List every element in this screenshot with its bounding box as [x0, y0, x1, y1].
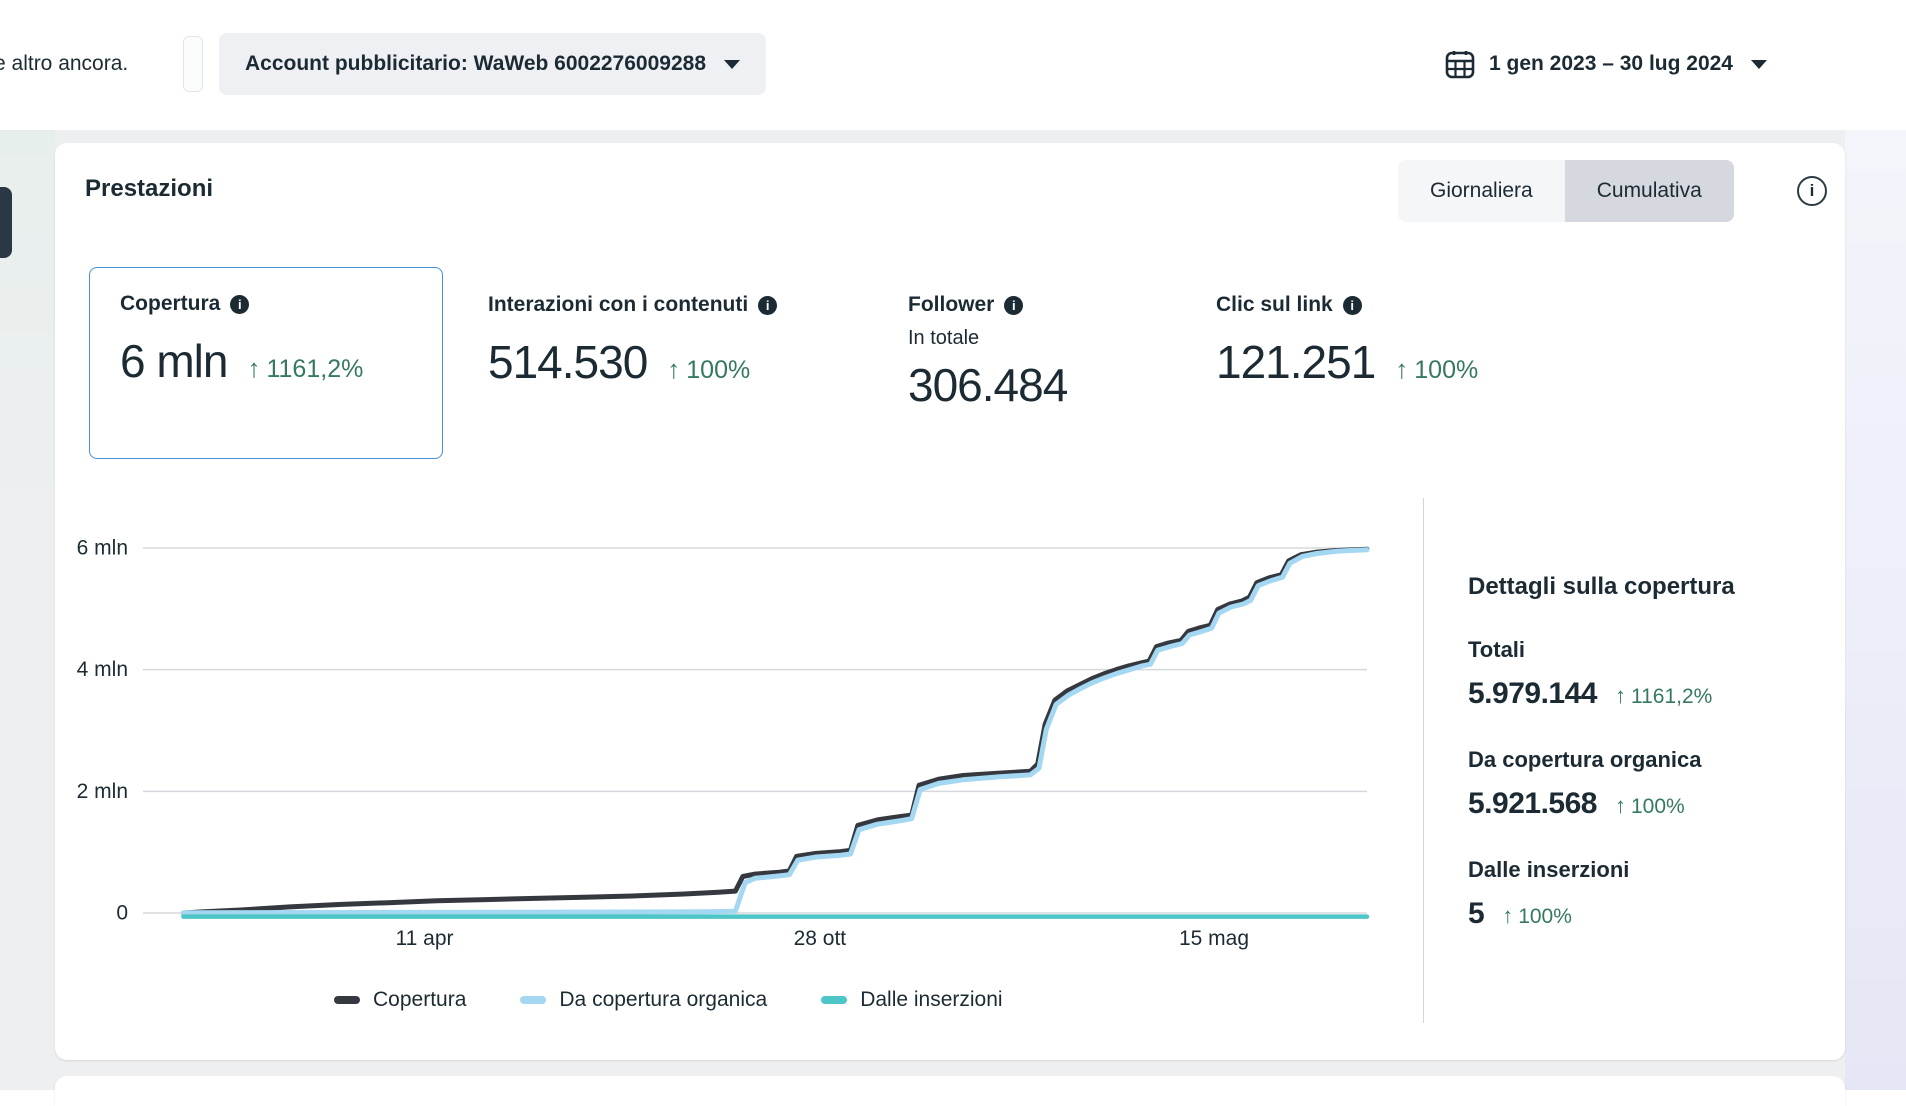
- metric-label: Interazioni con i contenuti: [488, 293, 748, 317]
- view-mode-toggle: Giornaliera Cumulativa: [1398, 160, 1734, 222]
- chevron-down-icon: [724, 60, 740, 69]
- metric-card-interazioni[interactable]: Interazioni con i contenuti i 514.530 ↑1…: [488, 293, 777, 389]
- svg-text:15 mag: 15 mag: [1179, 927, 1249, 950]
- ad-account-dropdown[interactable]: Account pubblicitario: WaWeb 60022760092…: [219, 33, 766, 95]
- details-value: 5: [1468, 897, 1484, 931]
- svg-text:6 mln: 6 mln: [77, 537, 128, 560]
- left-gutter: [0, 130, 55, 1090]
- chart-legend: Copertura Da copertura organica Dalle in…: [334, 988, 1003, 1012]
- details-value: 5.979.144: [1468, 677, 1597, 711]
- next-section-card: [55, 1076, 1845, 1106]
- svg-text:11 apr: 11 apr: [396, 927, 454, 950]
- info-icon: i: [758, 296, 777, 315]
- arrow-up-icon: ↑: [1615, 683, 1626, 708]
- legend-item-organica: Da copertura organica: [520, 988, 767, 1012]
- metric-delta: ↑100%: [1395, 354, 1478, 385]
- metric-label: Clic sul link: [1216, 293, 1333, 317]
- page-title: Prestazioni: [85, 175, 213, 203]
- metric-value: 306.484: [908, 358, 1067, 412]
- svg-text:0: 0: [116, 902, 128, 925]
- arrow-up-icon: ↑: [1615, 793, 1626, 818]
- metric-value: 514.530: [488, 335, 647, 389]
- reach-details-panel: Dettagli sulla copertura Totali 5.979.14…: [1468, 573, 1838, 931]
- ad-account-label: Account pubblicitario: WaWeb 60022760092…: [245, 52, 706, 76]
- details-row-inserzioni: Dalle inserzioni 5 ↑100%: [1468, 857, 1838, 931]
- reach-line-chart: 0 2 mln 4 mln 6 mln 11 apr 28 ott 15 mag: [60, 525, 1420, 975]
- details-delta: ↑1161,2%: [1615, 683, 1712, 709]
- arrow-up-icon: ↑: [1502, 903, 1513, 928]
- info-icon[interactable]: i: [1797, 176, 1827, 206]
- vertical-divider: [1423, 498, 1424, 1023]
- svg-text:4 mln: 4 mln: [77, 658, 128, 681]
- legend-dash-icon: [821, 996, 847, 1004]
- date-range-label: 1 gen 2023 – 30 lug 2024: [1489, 52, 1733, 76]
- svg-text:28 ott: 28 ott: [794, 927, 847, 950]
- details-value: 5.921.568: [1468, 787, 1597, 821]
- arrow-up-icon: ↑: [247, 353, 260, 383]
- right-gutter-scroll-area: [1845, 130, 1906, 1090]
- legend-dash-icon: [520, 996, 546, 1004]
- collapse-handle[interactable]: [183, 36, 203, 92]
- svg-text:2 mln: 2 mln: [77, 780, 128, 803]
- legend-item-copertura: Copertura: [334, 988, 466, 1012]
- arrow-up-icon: ↑: [1395, 354, 1408, 384]
- chevron-down-icon: [1751, 60, 1767, 69]
- side-drawer-tab[interactable]: [0, 187, 12, 258]
- metric-card-follower[interactable]: Follower i In totale 306.484: [908, 293, 1067, 412]
- legend-dash-icon: [334, 996, 360, 1004]
- details-delta: ↑100%: [1615, 793, 1685, 819]
- metric-sublabel: In totale: [908, 327, 1067, 350]
- info-icon: i: [1343, 296, 1362, 315]
- details-row-organica: Da copertura organica 5.921.568 ↑100%: [1468, 747, 1838, 821]
- info-icon: i: [1004, 296, 1023, 315]
- arrow-up-icon: ↑: [667, 354, 680, 384]
- metric-card-copertura[interactable]: Copertura i 6 mln ↑1161,2%: [89, 267, 443, 459]
- calendar-icon: [1445, 49, 1475, 79]
- metric-delta: ↑100%: [667, 354, 750, 385]
- performance-card: Prestazioni Giornaliera Cumulativa i Cop…: [55, 143, 1845, 1060]
- details-row-totali: Totali 5.979.144 ↑1161,2%: [1468, 637, 1838, 711]
- metric-value: 6 mln: [120, 334, 227, 388]
- date-range-picker[interactable]: 1 gen 2023 – 30 lug 2024: [1445, 36, 1767, 92]
- metric-label: Follower: [908, 293, 994, 317]
- toggle-cumulative-button[interactable]: Cumulativa: [1565, 160, 1734, 222]
- top-bar: e altro ancora. Account pubblicitario: W…: [0, 0, 1906, 130]
- details-delta: ↑100%: [1502, 903, 1572, 929]
- intro-text-fragment: e altro ancora.: [0, 52, 128, 76]
- toggle-daily-button[interactable]: Giornaliera: [1398, 160, 1565, 222]
- details-title: Dettagli sulla copertura: [1468, 573, 1838, 601]
- metric-delta: ↑1161,2%: [247, 353, 363, 384]
- metric-value: 121.251: [1216, 335, 1375, 389]
- legend-item-inserzioni: Dalle inserzioni: [821, 988, 1002, 1012]
- metric-label: Copertura: [120, 292, 220, 316]
- metric-card-clic-sul-link[interactable]: Clic sul link i 121.251 ↑100%: [1216, 293, 1478, 389]
- info-icon: i: [230, 295, 249, 314]
